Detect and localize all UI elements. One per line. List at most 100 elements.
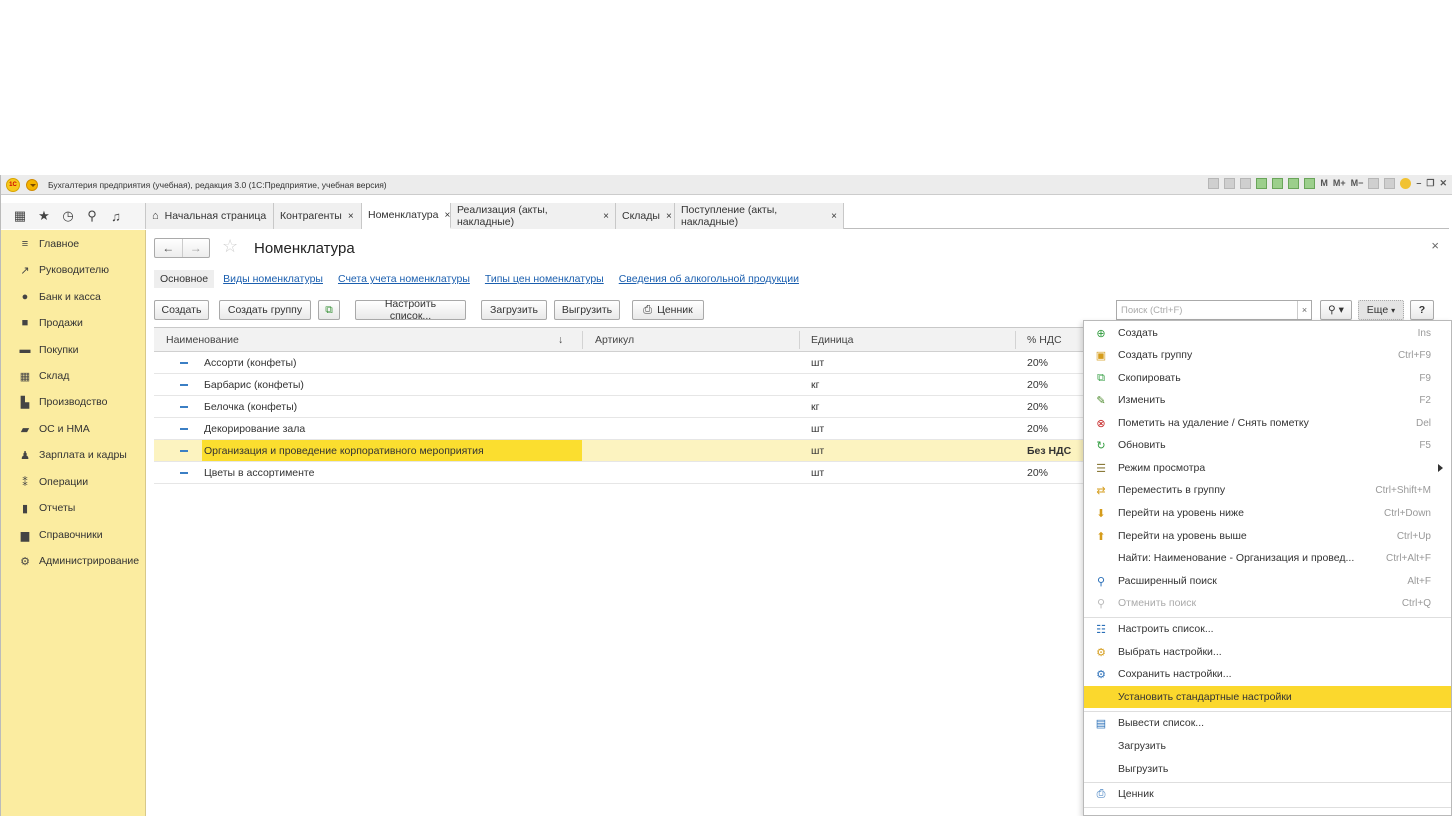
main-menu-icon[interactable] [26, 178, 38, 191]
menu-item-copy[interactable]: ⧉ Скопировать F9 [1084, 367, 1451, 389]
table-row[interactable]: Декорирование зала шт 20% [154, 418, 1086, 440]
close-tab-icon[interactable]: × [831, 211, 837, 222]
sidebar-item-production[interactable]: ▙ Производство [17, 393, 108, 411]
sidebar-item-sales[interactable]: ■ Продажи [17, 314, 83, 332]
bell-icon[interactable]: ♫ [107, 207, 125, 225]
configure-list-button[interactable]: Настроить список... [355, 298, 466, 322]
sidebar-item-assets[interactable]: ▰ ОС и НМА [17, 420, 90, 438]
close-tab-icon[interactable]: × [666, 211, 672, 222]
close-tab-icon[interactable]: × [603, 211, 609, 222]
info-icon[interactable] [1400, 178, 1412, 189]
search-options-button[interactable]: ⚲ ▾ [1320, 300, 1352, 320]
table-row-selected[interactable]: Организация и проведение корпоративного … [154, 440, 1086, 462]
tab-receipts[interactable]: Поступление (акты, накладные) × [675, 203, 844, 229]
create-button[interactable]: Создать [154, 300, 209, 320]
close-tab-icon[interactable]: × [444, 210, 450, 221]
memory-button[interactable]: M [1320, 178, 1328, 189]
minimize-icon[interactable]: – [1416, 178, 1421, 189]
subnav-item-types[interactable]: Виды номенклатуры [223, 273, 323, 285]
table-row[interactable]: Цветы в ассортименте шт 20% [154, 462, 1086, 484]
menu-item-view-mode[interactable]: ☰ Режим просмотра [1084, 457, 1451, 479]
menu-item-unload[interactable]: Выгрузить [1084, 758, 1451, 780]
menu-item-edit[interactable]: ✎ Изменить F2 [1084, 389, 1451, 411]
favorite-star-icon[interactable]: ☆ [222, 236, 238, 257]
create-group-button[interactable]: Создать группу [219, 300, 311, 320]
menu-item-save-settings[interactable]: ⚙ Сохранить настройки... [1084, 663, 1451, 685]
menu-item-standard-settings[interactable]: Установить стандартные настройки [1084, 686, 1451, 708]
save-icon[interactable] [1208, 178, 1220, 189]
panels-icon[interactable] [1384, 178, 1396, 189]
close-window-icon[interactable]: ✕ [1439, 178, 1447, 189]
menu-item-level-down[interactable]: ⬇ Перейти на уровень ниже Ctrl+Down [1084, 502, 1451, 524]
sidebar-item-catalogs[interactable]: ▆ Справочники [17, 526, 103, 544]
price-tag-button[interactable]: ⎙ Ценник [632, 300, 704, 320]
sidebar-item-main[interactable]: ≡ Главное [17, 235, 79, 253]
table-row[interactable]: Белочка (конфеты) кг 20% [154, 396, 1086, 418]
clear-search-icon[interactable]: × [1297, 301, 1311, 319]
sidebar-item-warehouse[interactable]: ▦ Склад [17, 367, 70, 385]
tab-nomenclature[interactable]: Номенклатура × [362, 203, 451, 229]
memory-plus-button[interactable]: M+ [1333, 178, 1346, 189]
table-row[interactable]: Барбарис (конфеты) кг 20% [154, 374, 1086, 396]
load-button[interactable]: Загрузить [481, 300, 547, 320]
menu-item-find[interactable]: Найти: Наименование - Организация и пров… [1084, 547, 1451, 569]
favorites-star-icon[interactable]: ★ [35, 207, 53, 225]
column-header-vat[interactable]: % НДС [1027, 328, 1062, 351]
column-divider[interactable] [1015, 331, 1016, 349]
sidebar-item-operations[interactable]: ⁑ Операции [17, 473, 88, 491]
column-header-name[interactable]: Наименование [166, 328, 239, 351]
more-button[interactable]: Еще ▾ [1358, 300, 1404, 320]
print-icon[interactable] [1224, 178, 1236, 189]
preview-icon[interactable] [1240, 178, 1252, 189]
link-icon[interactable] [1256, 178, 1268, 189]
search-icon[interactable]: ⚲ [83, 207, 101, 225]
menu-item-price-tag[interactable]: ⎙ Ценник [1084, 783, 1451, 805]
column-header-article[interactable]: Артикул [595, 328, 634, 351]
subnav-item-price-types[interactable]: Типы цен номенклатуры [485, 273, 604, 285]
copy-button[interactable]: ⧉ [318, 300, 340, 320]
column-divider[interactable] [582, 331, 583, 349]
calculator-icon[interactable] [1288, 178, 1300, 189]
history-icon[interactable]: ◷ [59, 207, 77, 225]
close-form-icon[interactable]: × [1431, 238, 1439, 253]
sidebar-item-bank[interactable]: ● Банк и касса [17, 288, 101, 306]
menu-item-choose-settings[interactable]: ⚙ Выбрать настройки... [1084, 641, 1451, 663]
sidebar-item-purchases[interactable]: ▬ Покупки [17, 341, 79, 359]
sidebar-item-payroll[interactable]: ♟ Зарплата и кадры [17, 446, 127, 464]
subnav-main[interactable]: Основное [154, 270, 215, 288]
sidebar-item-admin[interactable]: ⚙ Администрирование [17, 552, 139, 570]
table-row[interactable]: Ассорти (конфеты) шт 20% [154, 352, 1086, 374]
menu-item-level-up[interactable]: ⬆ Перейти на уровень выше Ctrl+Up [1084, 525, 1451, 547]
menu-item-refresh[interactable]: ↻ Обновить F5 [1084, 434, 1451, 456]
close-tab-icon[interactable]: × [348, 211, 354, 222]
calendar-icon[interactable] [1304, 178, 1316, 189]
menu-item-output-list[interactable]: ▤ Вывести список... [1084, 712, 1451, 734]
tab-warehouses[interactable]: Склады × [616, 203, 675, 229]
zoom-icon[interactable] [1368, 178, 1380, 189]
search-input[interactable] [1117, 301, 1293, 319]
memory-minus-button[interactable]: M− [1351, 178, 1364, 189]
tab-contractors[interactable]: Контрагенты × [274, 203, 362, 229]
tab-sales[interactable]: Реализация (акты, накладные) × [451, 203, 616, 229]
back-arrow-icon[interactable]: ← [155, 239, 182, 257]
menu-item-create-group[interactable]: ▣ Создать группу Ctrl+F9 [1084, 344, 1451, 366]
menu-item-move-to-group[interactable]: ⇄ Переместить в группу Ctrl+Shift+M [1084, 479, 1451, 501]
menu-item-advanced-search[interactable]: ⚲ Расширенный поиск Alt+F [1084, 570, 1451, 592]
sidebar-item-reports[interactable]: ▮ Отчеты [17, 499, 75, 517]
get-link-icon[interactable] [1272, 178, 1284, 189]
menu-item-create[interactable]: ⊕ Создать Ins [1084, 322, 1451, 344]
column-header-unit[interactable]: Единица [811, 328, 854, 351]
menu-item-configure-list[interactable]: ☷ Настроить список... [1084, 618, 1451, 640]
sort-down-icon[interactable]: ↓ [558, 328, 563, 351]
help-button[interactable]: ? [1410, 300, 1434, 320]
menu-item-mark-delete[interactable]: ⊗ Пометить на удаление / Снять пометку Del [1084, 412, 1451, 434]
subnav-item-alcohol[interactable]: Сведения об алкогольной продукции [619, 273, 799, 285]
column-divider[interactable] [799, 331, 800, 349]
subnav-item-accounts[interactable]: Счета учета номенклатуры [338, 273, 470, 285]
menu-item-load[interactable]: Загрузить [1084, 735, 1451, 757]
forward-arrow-icon[interactable]: → [181, 239, 210, 257]
unload-button[interactable]: Выгрузить [554, 300, 620, 320]
restore-icon[interactable]: ❐ [1426, 178, 1434, 189]
apps-grid-icon[interactable]: ▦ [11, 207, 29, 225]
sidebar-item-manager[interactable]: ↗ Руководителю [17, 261, 109, 279]
